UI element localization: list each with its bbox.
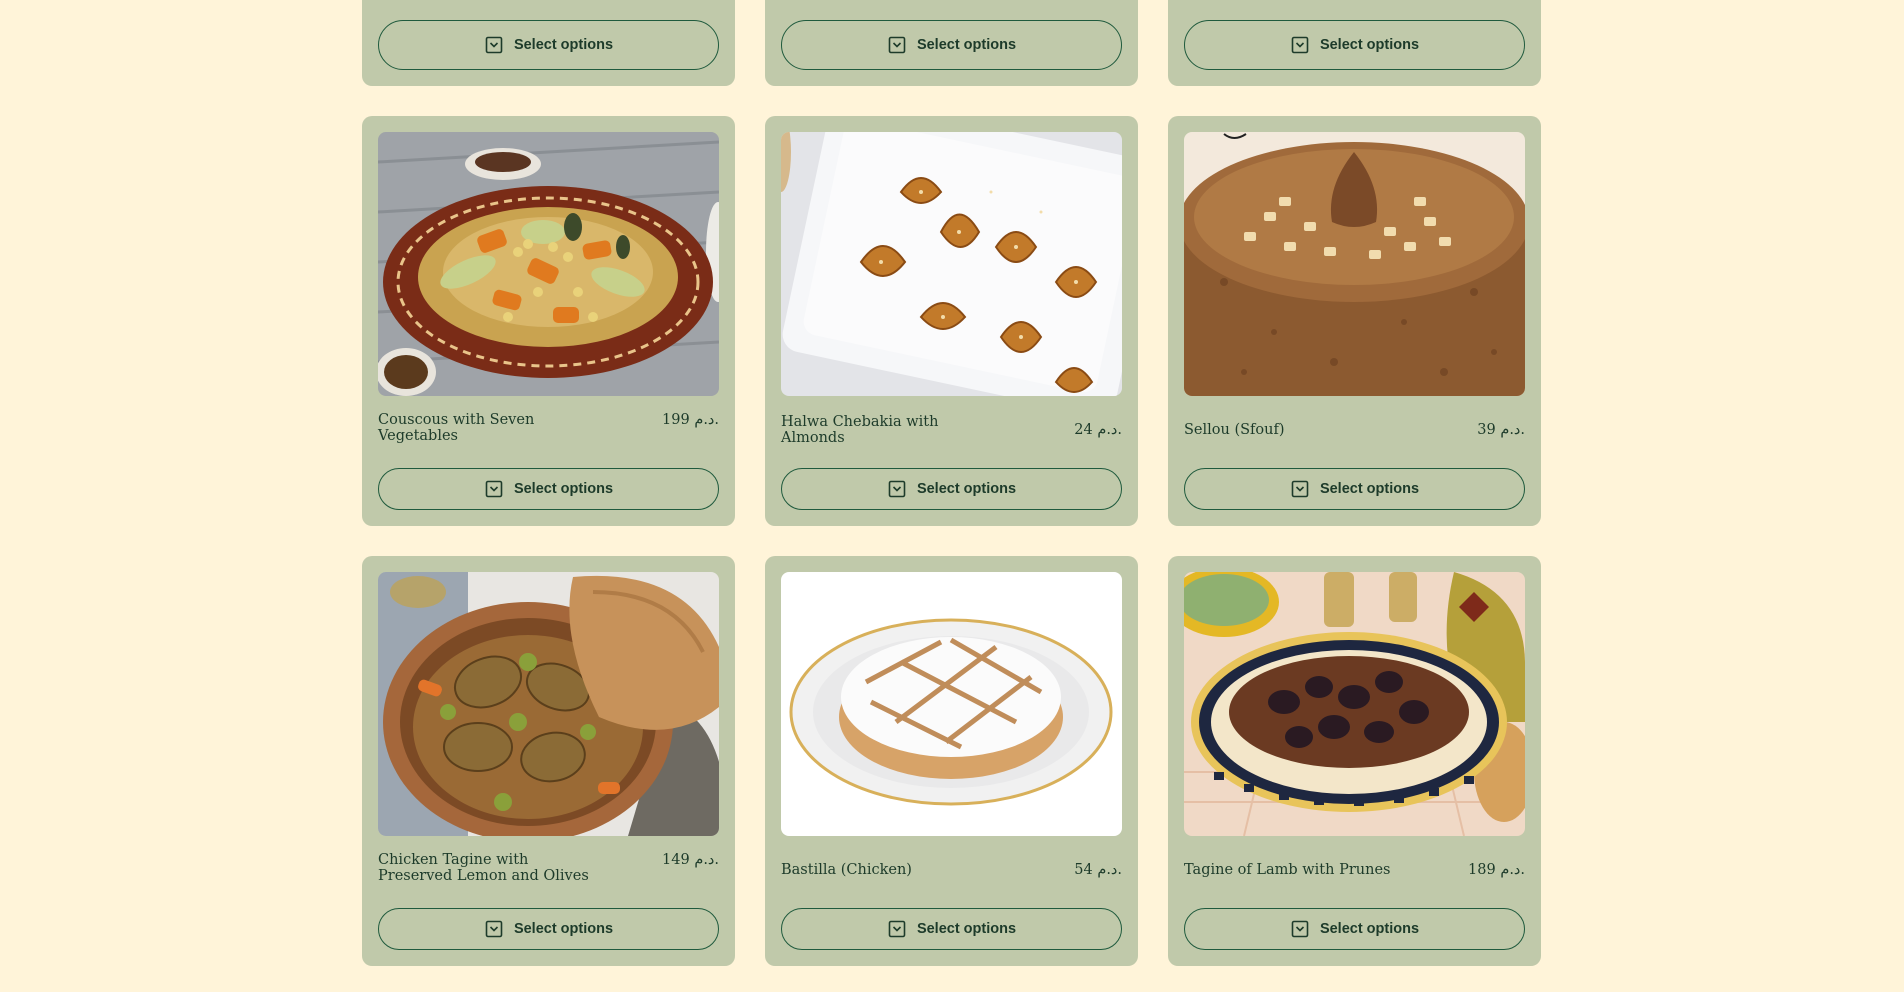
select-options-icon — [484, 479, 504, 499]
product-title[interactable]: Halwa Chebakia with Almonds — [781, 414, 1001, 446]
select-options-icon — [887, 919, 907, 939]
button-label: Select options — [1319, 481, 1420, 498]
product-price: 189 د.م. — [1468, 862, 1525, 879]
button-label: Select options — [916, 921, 1017, 938]
select-options-button[interactable]: Select options — [378, 467, 719, 510]
product-price: 39 د.م. — [1477, 422, 1525, 439]
product-image-chicken-tagine[interactable] — [378, 572, 719, 836]
button-label: Select options — [916, 481, 1017, 498]
product-image-lamb-tagine[interactable] — [1184, 572, 1525, 836]
product-info: Couscous with Seven Vegetables 199 د.م. — [378, 412, 719, 454]
select-options-button[interactable]: Select options — [781, 468, 1122, 510]
select-options-button[interactable]: Select options — [781, 908, 1122, 950]
product-info: Chicken Tagine with Preserved Lemon and … — [378, 852, 719, 894]
product-price: 54 د.م. — [1074, 862, 1122, 879]
product-price: 199 د.م. — [662, 412, 719, 428]
select-options-button[interactable]: Select options — [378, 20, 719, 70]
product-image-bastilla[interactable] — [781, 572, 1122, 836]
select-options-icon — [484, 919, 504, 939]
product-image-sellou[interactable] — [1184, 132, 1525, 396]
select-options-icon — [1290, 35, 1310, 55]
select-options-icon — [887, 35, 907, 55]
select-options-icon — [484, 35, 504, 55]
product-price: 24 د.م. — [1074, 422, 1122, 439]
product-title[interactable]: Couscous with Seven Vegetables — [378, 412, 598, 444]
product-price: 149 د.م. — [662, 852, 719, 868]
product-card: Select options — [362, 0, 735, 86]
button-label: Select options — [513, 37, 614, 53]
button-label: Select options — [513, 480, 614, 497]
product-title[interactable]: Sellou (Sfouf) — [1184, 422, 1285, 438]
product-card: Halwa Chebakia with Almonds 24 د.م. Sele… — [765, 116, 1138, 526]
product-info: Bastilla (Chicken) 54 د.م. — [781, 852, 1122, 894]
product-grid-page: Select options Select options Select opt… — [0, 0, 1904, 992]
select-options-button[interactable]: Select options — [1184, 20, 1525, 70]
select-options-button[interactable]: Select options — [781, 20, 1122, 70]
product-card: Chicken Tagine with Preserved Lemon and … — [362, 556, 735, 966]
select-options-icon — [1290, 479, 1310, 499]
product-card: Couscous with Seven Vegetables 199 د.م. … — [362, 116, 735, 526]
select-options-icon — [1290, 919, 1310, 939]
product-info: Halwa Chebakia with Almonds 24 د.م. — [781, 412, 1122, 454]
button-label: Select options — [1319, 921, 1420, 938]
product-card: Tagine of Lamb with Prunes 189 د.م. Sele… — [1168, 556, 1541, 966]
product-image-chebakia[interactable] — [781, 132, 1122, 396]
select-options-icon — [887, 479, 907, 499]
button-label: Select options — [916, 37, 1017, 53]
product-card: Select options — [1168, 0, 1541, 86]
product-title[interactable]: Chicken Tagine with Preserved Lemon and … — [378, 852, 598, 884]
select-options-button[interactable]: Select options — [1184, 468, 1525, 510]
product-title[interactable]: Tagine of Lamb with Prunes — [1184, 862, 1390, 878]
select-options-button[interactable]: Select options — [378, 907, 719, 950]
product-card: Bastilla (Chicken) 54 د.م. Select option… — [765, 556, 1138, 966]
button-label: Select options — [1319, 37, 1420, 53]
product-title[interactable]: Bastilla (Chicken) — [781, 862, 912, 878]
product-grid: Select options Select options Select opt… — [362, 0, 1542, 966]
product-info: Tagine of Lamb with Prunes 189 د.م. — [1184, 852, 1525, 894]
button-label: Select options — [513, 920, 614, 937]
product-card: Select options — [765, 0, 1138, 86]
product-card: Sellou (Sfouf) 39 د.م. Select options — [1168, 116, 1541, 526]
product-info: Sellou (Sfouf) 39 د.م. — [1184, 412, 1525, 454]
product-image-couscous[interactable] — [378, 132, 719, 396]
select-options-button[interactable]: Select options — [1184, 908, 1525, 950]
